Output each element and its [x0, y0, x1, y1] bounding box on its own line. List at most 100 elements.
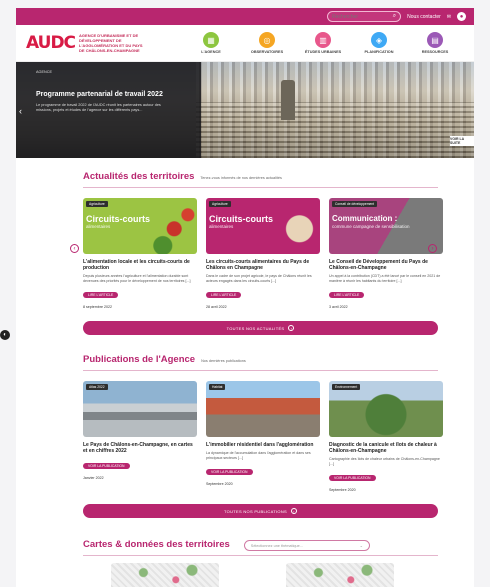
section-title: Publications de l'Agence — [83, 354, 196, 365]
map-thumbnail[interactable] — [111, 563, 219, 587]
section-title: Actualités des territoires — [83, 171, 195, 182]
top-bar: ⌕ Nous contacter ✉ ● — [16, 8, 474, 25]
publication-card[interactable]: Atlas 2022 Le Pays de Châlons-en-Champag… — [83, 381, 197, 492]
card-date: Septembre 2020 — [206, 482, 233, 487]
all-publications-label: TOUTES NOS PUBLICATIONS — [224, 508, 287, 514]
publications-section: Publications de l'Agence Nos dernières p… — [16, 354, 474, 519]
news-card-image: Conseil de développement Communication :… — [329, 198, 443, 254]
actualites-section: Actualités des territoires Tenez-vous in… — [16, 171, 474, 336]
arrow-right-icon: › — [290, 508, 297, 515]
all-news-label: TOUTES NOS ACTUALITÉS — [226, 325, 285, 331]
section-divider — [83, 187, 438, 188]
hero-more-button[interactable]: VOIR LA SUITE — [450, 136, 474, 146]
publication-card[interactable]: Environnement Diagnostic de la canicule … — [329, 381, 443, 492]
all-news-button[interactable]: TOUTES NOS ACTUALITÉS › — [83, 321, 438, 336]
card-text: Depuis plusieurs années l'agriculture et… — [83, 274, 191, 283]
card-text: La dynamique de l'accumulation dans l'ag… — [206, 451, 311, 460]
map-icon: ◈ — [371, 32, 387, 48]
section-divider — [83, 370, 438, 371]
nav-label: ÉTUDES URBAINES — [304, 50, 342, 54]
section-subtitle: Nos dernières publications — [201, 359, 246, 363]
view-publication-button[interactable]: VOIR LA PUBLICATION — [329, 475, 376, 482]
arrow-right-icon: › — [288, 325, 295, 332]
card-date: 28 avril 2022 — [206, 305, 227, 310]
mail-icon[interactable]: ✉ — [447, 14, 451, 20]
book-icon: ▤ — [427, 32, 443, 48]
card-title[interactable]: Diagnostic de la canicule et îlots de ch… — [329, 442, 443, 454]
publication-card-image: Atlas 2022 — [83, 381, 197, 437]
section-title: Cartes & données des territoires — [83, 539, 230, 550]
nav-item-ressources[interactable]: ▤ RESSOURCES — [416, 32, 454, 54]
city-icon: ▥ — [315, 32, 331, 48]
read-article-button[interactable]: LIRE L'ARTICLE — [83, 292, 119, 299]
header: AUDC AGENCE D'URBANISME ET DE DÉVELOPPEM… — [16, 25, 474, 62]
building-icon: ▦ — [203, 32, 219, 48]
user-icon[interactable]: ● — [457, 12, 466, 21]
publication-card[interactable]: Habitat L'immobilier résidentiel dans l'… — [206, 381, 320, 492]
hero-text-panel: AGENCE Programme partenarial de travail … — [16, 62, 201, 158]
hero-tag: AGENCE — [36, 70, 53, 74]
publication-card-image: Habitat — [206, 381, 320, 437]
nav-label: PLANIFICATION — [364, 50, 394, 54]
section-divider — [83, 555, 438, 556]
card-tag: Atlas 2022 — [86, 384, 108, 390]
chevron-down-icon: ⌄ — [359, 544, 363, 548]
binoculars-icon: ◎ — [259, 32, 275, 48]
news-card-image: Agriculture Circuits-courts alimentaires — [83, 198, 197, 254]
card-tag: Agriculture — [86, 201, 108, 207]
news-card[interactable]: Conseil de développement Communication :… — [329, 198, 443, 309]
theme-select-placeholder: Sélectionnez une thématique... — [250, 543, 303, 548]
map-thumbnail[interactable] — [286, 563, 394, 587]
contact-link[interactable]: Nous contacter — [407, 14, 441, 20]
card-text: Cartographie des îlots de chaleur urbain… — [329, 457, 440, 466]
card-date: 3 avril 2022 — [329, 305, 348, 310]
card-tag: Conseil de développement — [332, 201, 378, 207]
card-tag: Habitat — [209, 384, 226, 390]
card-text: Dans le cadre de son projet agricole, le… — [206, 274, 312, 283]
read-article-button[interactable]: LIRE L'ARTICLE — [206, 292, 242, 299]
news-card-image: Agriculture Circuits-courts alimentaires — [206, 198, 320, 254]
card-date: Janvier 2022 — [83, 476, 104, 480]
page: ⌕ Nous contacter ✉ ● AUDC AGENCE D'URBAN… — [16, 8, 474, 587]
carousel-prev-icon[interactable]: ‹ — [70, 244, 79, 253]
carousel-next-icon[interactable]: › — [428, 244, 437, 253]
search-icon[interactable]: ⌕ — [393, 13, 396, 20]
news-cards: Agriculture Circuits-courts alimentaires … — [16, 198, 474, 309]
card-title[interactable]: Les circuits-courts alimentaires du Pays… — [206, 259, 320, 271]
card-overlay-title: Circuits-courts alimentaires — [86, 214, 151, 229]
publication-cards: Atlas 2022 Le Pays de Châlons-en-Champag… — [16, 381, 474, 492]
main-nav: ▦ L'AGENCE ◎ OBSERVATOIRES ▥ ÉTUDES URBA… — [192, 32, 454, 54]
hero-prev-arrow-icon[interactable]: ‹ — [19, 106, 22, 116]
card-tag: Agriculture — [209, 201, 231, 207]
nav-label: OBSERVATOIRES — [250, 50, 284, 54]
news-card[interactable]: Agriculture Circuits-courts alimentaires … — [206, 198, 320, 309]
all-publications-button[interactable]: TOUTES NOS PUBLICATIONS › — [83, 504, 438, 519]
view-publication-button[interactable]: VOIR LA PUBLICATION — [83, 463, 130, 469]
publication-card-image: Environnement — [329, 381, 443, 437]
nav-item-planification[interactable]: ◈ PLANIFICATION — [360, 32, 398, 54]
card-title[interactable]: Le Pays de Châlons-en-Champagne, en cart… — [83, 442, 197, 454]
hero-church-shape — [281, 80, 295, 120]
cartes-section: Cartes & données des territoires Sélecti… — [16, 539, 474, 556]
nav-item-observatoires[interactable]: ◎ OBSERVATOIRES — [248, 32, 286, 54]
card-date: 8 septembre 2022 — [83, 305, 112, 310]
theme-select[interactable]: Sélectionnez une thématique... ⌄ — [243, 540, 370, 551]
accessibility-icon[interactable]: ◐ — [0, 330, 10, 340]
logo-text: AGENCE D'URBANISME ET DE DÉVELOPPEMENT D… — [79, 33, 143, 53]
news-card[interactable]: Agriculture Circuits-courts alimentaires … — [83, 198, 197, 309]
read-article-button[interactable]: LIRE L'ARTICLE — [329, 292, 365, 299]
card-date: Septembre 2020 — [329, 488, 356, 493]
nav-item-etudes[interactable]: ▥ ÉTUDES URBAINES — [304, 32, 342, 54]
card-title[interactable]: L'immobilier résidentiel dans l'agglomér… — [206, 442, 320, 448]
hero-text: Le programme de travail 2022 de l'AUDC r… — [36, 103, 161, 112]
card-tag: Environnement — [332, 384, 361, 390]
hero-title[interactable]: Programme partenarial de travail 2022 — [36, 91, 189, 98]
search-input[interactable] — [332, 13, 393, 20]
search-box[interactable]: ⌕ — [327, 11, 402, 22]
view-publication-button[interactable]: VOIR LA PUBLICATION — [206, 469, 253, 476]
nav-item-agence[interactable]: ▦ L'AGENCE — [192, 32, 230, 54]
card-title[interactable]: L'alimentation locale et les circuits-co… — [83, 259, 197, 271]
card-title[interactable]: Le Conseil de Développement du Pays de C… — [329, 259, 443, 271]
card-overlay-title: Communication : commune campagne de sensi… — [332, 214, 410, 229]
logo[interactable]: AUDC AGENCE D'URBANISME ET DE DÉVELOPPEM… — [26, 33, 145, 53]
